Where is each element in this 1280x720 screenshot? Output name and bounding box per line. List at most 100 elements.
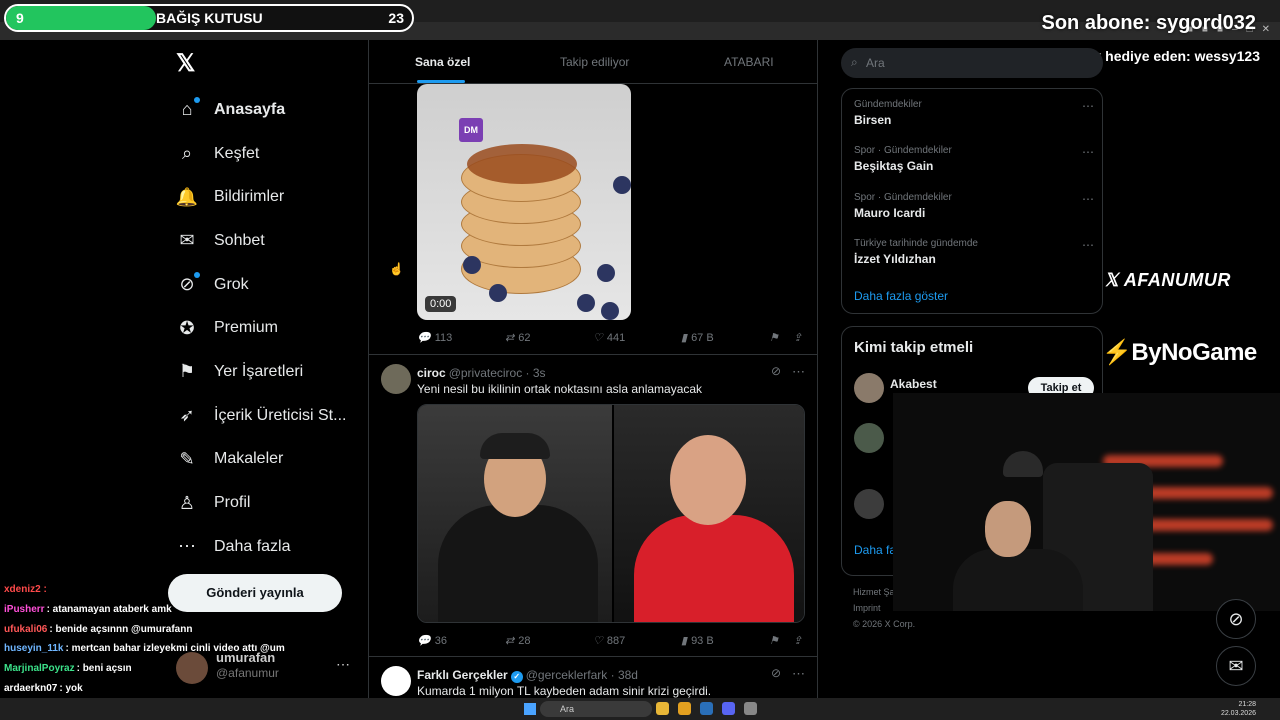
show-more-link[interactable]: Daha fazla göster [854, 289, 948, 303]
search-input[interactable]: ⌕ Ara [841, 48, 1103, 78]
reply-button[interactable]: 💬 113 [417, 331, 452, 345]
like-button[interactable]: ♡ 441 [593, 331, 625, 345]
sidebar-item-bookmark[interactable]: ⚑ Yer İşaretleri [172, 350, 362, 394]
tweet-video[interactable]: DM 0:00 [417, 84, 631, 320]
mail-icon: ✉ [179, 230, 195, 251]
sidebar-item-label: Anasayfa [214, 100, 286, 118]
tab-following[interactable]: Takip ediliyor [560, 55, 629, 69]
obs-icon[interactable] [744, 702, 757, 715]
blueberry [577, 294, 595, 312]
sidebar-item-bell[interactable]: 🔔 Bildirimler [172, 175, 362, 219]
repost-button[interactable]: ⇄ 62 [505, 331, 530, 345]
share-button[interactable]: ⇪ [793, 331, 802, 344]
windows-start-icon[interactable] [524, 703, 536, 715]
views-button[interactable]: ▮ 93 B [681, 634, 714, 648]
grok-icon[interactable]: ⊘ [771, 666, 781, 680]
repost-icon: ⇄ [505, 332, 515, 344]
clock-time: 21:28 [1238, 701, 1256, 708]
sidebar-nav: ⌂ Anasayfa ⌕ Keşfet 🔔 Bildirimler ✉ Sohbet ⊘ Grok… [172, 88, 362, 569]
grok-fab-icon[interactable]: ⊘ [1216, 599, 1256, 639]
notification-dot [194, 271, 200, 278]
sidebar-item-person[interactable]: ♙ Profil [172, 481, 362, 525]
views-button[interactable]: ▮ 67 B [681, 331, 714, 345]
trend-item[interactable]: Türkiye tarihinde gündemde İzzet Yıldızh… [854, 238, 1094, 278]
discord-icon[interactable] [722, 702, 735, 715]
tweet-author[interactable]: Farklı Gerçekler ✓ @gerceklerfark · 38d [417, 668, 638, 683]
bynogame-icon: ⚡ [1102, 339, 1132, 366]
chat-username: iPusherr [4, 603, 45, 615]
suggestion-name: Akabest [890, 377, 937, 391]
more-icon[interactable]: ⋯ [1082, 145, 1094, 159]
verified-icon: ✓ [510, 671, 523, 683]
views-count: 67 B [691, 331, 714, 344]
image-left [418, 405, 612, 622]
sidebar-item-mail[interactable]: ✉ Sohbet [172, 219, 362, 263]
tweet-image[interactable] [417, 404, 805, 623]
reply-icon: 💬 [417, 332, 431, 344]
sidebar-item-search[interactable]: ⌕ Keşfet [172, 132, 362, 176]
chat-message: ardaerkn07: yok [4, 679, 314, 699]
notification-dot [194, 96, 200, 103]
more-icon[interactable]: ⋯ [1082, 192, 1094, 206]
chat-username: ufukali06 [4, 623, 48, 635]
rocket-icon: ➶ [179, 405, 195, 426]
more-icon[interactable]: ⋯ [792, 364, 805, 380]
taskbar-search[interactable]: Ara [540, 701, 652, 717]
feed-tabs: Sana özel Takip ediliyor ATABARI [369, 40, 817, 84]
more-icon[interactable]: ⋯ [792, 666, 805, 682]
avatar[interactable] [381, 364, 411, 394]
trends-panel: Gündemdekiler Birsen ⋯ Spor · Gündemdeki… [841, 88, 1103, 314]
lamp-shape [1003, 451, 1043, 477]
share-button[interactable]: ⇪ [793, 634, 802, 647]
repost-button[interactable]: ⇄ 28 [505, 634, 530, 648]
chat-username: huseyin_11k [4, 643, 64, 655]
trend-item[interactable]: Gündemdekiler Birsen ⋯ [854, 99, 1094, 139]
led-strip [1143, 519, 1273, 531]
footer-copyright: © 2026 X Corp. [853, 619, 916, 629]
author-handle: @privateciroc · 3s [448, 366, 546, 380]
grok-icon[interactable]: ⊘ [771, 364, 781, 378]
bookmark-icon: ⚑ [769, 635, 779, 647]
tab-atabari[interactable]: ATABARI [724, 55, 774, 69]
reply-button[interactable]: 💬 36 [417, 634, 447, 648]
sidebar-item-home[interactable]: ⌂ Anasayfa [172, 88, 362, 132]
messages-fab-icon[interactable]: ✉ [1216, 646, 1256, 686]
show-more-link[interactable]: Daha fa [854, 543, 896, 557]
tab-for-you[interactable]: Sana özel [415, 55, 470, 69]
blueberry [489, 284, 507, 302]
chat-message: iPusherr: atanamayan ataberk amk [4, 600, 314, 620]
more-icon[interactable]: ⋯ [1082, 99, 1094, 113]
tweet-header: ciroc @privateciroc · 3s Yeni nesil bu ik… [381, 364, 811, 396]
blueberry [463, 256, 481, 274]
sidebar-item-rocket[interactable]: ➶ İçerik Üreticisi St... [172, 394, 362, 438]
x-brand-name: AFANUMUR [1123, 270, 1231, 290]
trend-item[interactable]: Spor · Gündemdekiler Mauro Icardi ⋯ [854, 192, 1094, 232]
sidebar-item-article[interactable]: ✎ Makaleler [172, 438, 362, 482]
avatar[interactable] [381, 666, 411, 696]
x-logo-icon[interactable]: 𝕏 [176, 52, 200, 76]
trend-topic: İzzet Yıldızhan [854, 252, 936, 266]
bookmark-icon: ⚑ [178, 361, 196, 382]
sidebar-item-grok[interactable]: ⊘ Grok [172, 263, 362, 307]
chrome-icon[interactable] [678, 702, 691, 715]
steam-icon[interactable] [700, 702, 713, 715]
heart-icon: ♡ [593, 635, 603, 647]
taskbar-clock[interactable]: 21:28 22.03.2026 [1221, 700, 1256, 718]
sidebar-item-more-circle[interactable]: ⋯ Daha fazla [172, 525, 362, 569]
chat-message: xdeniz2 : [4, 580, 314, 600]
bookmark-button[interactable]: ⚑ [769, 331, 779, 344]
sidebar-item-verified[interactable]: ✪ Premium [172, 306, 362, 350]
more-icon[interactable]: ⋯ [1082, 238, 1094, 252]
bookmark-button[interactable]: ⚑ [769, 634, 779, 647]
bynogame-name: ByNoGame [1131, 339, 1257, 366]
chat-text: : mertcan bahar izleyekmi cinli video at… [65, 643, 285, 655]
donation-current: 9 [16, 10, 24, 26]
file-explorer-icon[interactable] [656, 702, 669, 715]
article-icon: ✎ [179, 448, 195, 469]
tweet-author[interactable]: ciroc @privateciroc · 3s [417, 366, 546, 380]
close-icon[interactable]: ✕ [1262, 24, 1270, 35]
trend-item[interactable]: Spor · Gündemdekiler Beşiktaş Gain ⋯ [854, 145, 1094, 185]
more-icon[interactable]: ⋯ [336, 656, 350, 673]
x-brand-icon: 𝕏 [1104, 270, 1124, 290]
like-button[interactable]: ♡ 887 [593, 634, 625, 648]
